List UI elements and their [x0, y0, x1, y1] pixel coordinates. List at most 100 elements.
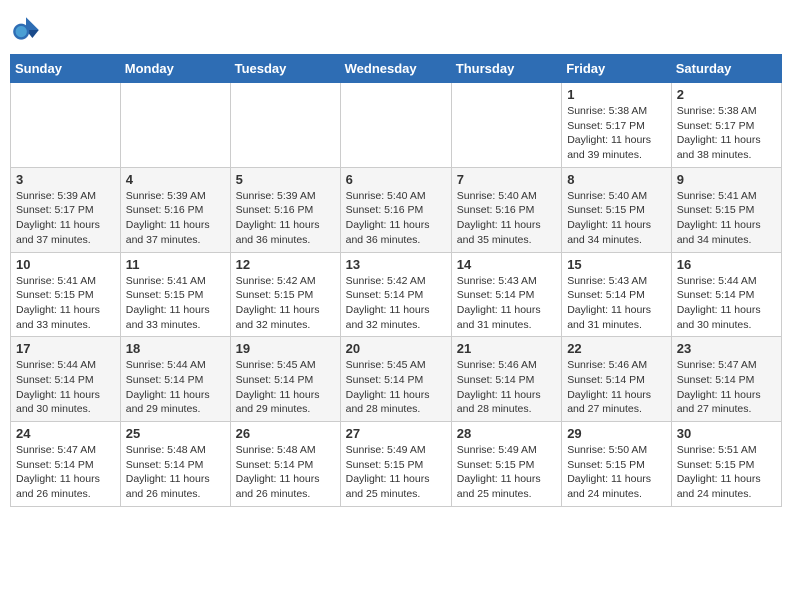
calendar-cell: 30 Sunrise: 5:51 AM Sunset: 5:15 PM Dayli… [671, 422, 781, 507]
calendar-cell: 11 Sunrise: 5:41 AM Sunset: 5:15 PM Dayli… [120, 252, 230, 337]
calendar-cell: 5 Sunrise: 5:39 AM Sunset: 5:16 PM Daylig… [230, 167, 340, 252]
header-friday: Friday [562, 55, 672, 83]
calendar-cell: 16Sunrise: 5:44 AM Sunset: 5:14 PM Dayli… [671, 252, 781, 337]
day-info: Sunrise: 5:41 AM Sunset: 5:15 PM Dayligh… [16, 274, 115, 333]
day-number: 2 [677, 87, 776, 102]
week-row-3: 10 Sunrise: 5:41 AM Sunset: 5:15 PM Dayli… [11, 252, 782, 337]
day-info: Sunrise: 5:38 AM Sunset: 5:17 PM Dayligh… [677, 104, 776, 163]
calendar-table: SundayMondayTuesdayWednesdayThursdayFrid… [10, 54, 782, 507]
calendar-cell: 17Sunrise: 5:44 AM Sunset: 5:14 PM Dayli… [11, 337, 121, 422]
logo-icon [10, 14, 42, 46]
day-info: Sunrise: 5:42 AM Sunset: 5:14 PM Dayligh… [346, 274, 446, 333]
day-info: Sunrise: 5:43 AM Sunset: 5:14 PM Dayligh… [457, 274, 556, 333]
day-number: 29 [567, 426, 666, 441]
header-monday: Monday [120, 55, 230, 83]
calendar-cell [340, 83, 451, 168]
calendar-cell [11, 83, 121, 168]
day-number: 20 [346, 341, 446, 356]
day-info: Sunrise: 5:48 AM Sunset: 5:14 PM Dayligh… [126, 443, 225, 502]
week-row-5: 24 Sunrise: 5:47 AM Sunset: 5:14 PM Dayli… [11, 422, 782, 507]
calendar-cell: 24 Sunrise: 5:47 AM Sunset: 5:14 PM Dayli… [11, 422, 121, 507]
header-wednesday: Wednesday [340, 55, 451, 83]
calendar-cell: 3Sunrise: 5:39 AM Sunset: 5:17 PM Daylig… [11, 167, 121, 252]
day-number: 5 [236, 172, 335, 187]
calendar-cell: 20 Sunrise: 5:45 AM Sunset: 5:14 PM Dayli… [340, 337, 451, 422]
calendar-cell: 4 Sunrise: 5:39 AM Sunset: 5:16 PM Daylig… [120, 167, 230, 252]
calendar-cell: 2 Sunrise: 5:38 AM Sunset: 5:17 PM Daylig… [671, 83, 781, 168]
day-number: 9 [677, 172, 776, 187]
header-saturday: Saturday [671, 55, 781, 83]
day-info: Sunrise: 5:43 AM Sunset: 5:14 PM Dayligh… [567, 274, 666, 333]
calendar-cell: 26 Sunrise: 5:48 AM Sunset: 5:14 PM Dayli… [230, 422, 340, 507]
calendar-cell: 27Sunrise: 5:49 AM Sunset: 5:15 PM Dayli… [340, 422, 451, 507]
calendar-cell: 14 Sunrise: 5:43 AM Sunset: 5:14 PM Dayli… [451, 252, 561, 337]
day-info: Sunrise: 5:45 AM Sunset: 5:14 PM Dayligh… [236, 358, 335, 417]
calendar-cell: 23 Sunrise: 5:47 AM Sunset: 5:14 PM Dayli… [671, 337, 781, 422]
header-thursday: Thursday [451, 55, 561, 83]
day-info: Sunrise: 5:39 AM Sunset: 5:17 PM Dayligh… [16, 189, 115, 248]
day-info: Sunrise: 5:50 AM Sunset: 5:15 PM Dayligh… [567, 443, 666, 502]
calendar-cell: 15 Sunrise: 5:43 AM Sunset: 5:14 PM Dayli… [562, 252, 672, 337]
calendar-header: SundayMondayTuesdayWednesdayThursdayFrid… [11, 55, 782, 83]
page-header [10, 10, 782, 46]
calendar-cell: 18Sunrise: 5:44 AM Sunset: 5:14 PM Dayli… [120, 337, 230, 422]
calendar-cell: 19 Sunrise: 5:45 AM Sunset: 5:14 PM Dayli… [230, 337, 340, 422]
calendar-cell: 21Sunrise: 5:46 AM Sunset: 5:14 PM Dayli… [451, 337, 561, 422]
calendar-cell: 22 Sunrise: 5:46 AM Sunset: 5:14 PM Dayli… [562, 337, 672, 422]
week-row-4: 17Sunrise: 5:44 AM Sunset: 5:14 PM Dayli… [11, 337, 782, 422]
week-row-1: 1 Sunrise: 5:38 AM Sunset: 5:17 PM Daylig… [11, 83, 782, 168]
day-info: Sunrise: 5:47 AM Sunset: 5:14 PM Dayligh… [677, 358, 776, 417]
day-info: Sunrise: 5:45 AM Sunset: 5:14 PM Dayligh… [346, 358, 446, 417]
day-number: 13 [346, 257, 446, 272]
day-number: 28 [457, 426, 556, 441]
logo [10, 14, 46, 46]
day-info: Sunrise: 5:41 AM Sunset: 5:15 PM Dayligh… [677, 189, 776, 248]
calendar-cell: 7 Sunrise: 5:40 AM Sunset: 5:16 PM Daylig… [451, 167, 561, 252]
calendar-cell: 10 Sunrise: 5:41 AM Sunset: 5:15 PM Dayli… [11, 252, 121, 337]
calendar-body: 1 Sunrise: 5:38 AM Sunset: 5:17 PM Daylig… [11, 83, 782, 507]
day-number: 15 [567, 257, 666, 272]
day-number: 19 [236, 341, 335, 356]
day-info: Sunrise: 5:44 AM Sunset: 5:14 PM Dayligh… [16, 358, 115, 417]
day-number: 23 [677, 341, 776, 356]
day-number: 27 [346, 426, 446, 441]
day-info: Sunrise: 5:40 AM Sunset: 5:15 PM Dayligh… [567, 189, 666, 248]
day-info: Sunrise: 5:40 AM Sunset: 5:16 PM Dayligh… [457, 189, 556, 248]
week-row-2: 3Sunrise: 5:39 AM Sunset: 5:17 PM Daylig… [11, 167, 782, 252]
day-number: 14 [457, 257, 556, 272]
day-number: 7 [457, 172, 556, 187]
day-info: Sunrise: 5:46 AM Sunset: 5:14 PM Dayligh… [567, 358, 666, 417]
calendar-cell: 13 Sunrise: 5:42 AM Sunset: 5:14 PM Dayli… [340, 252, 451, 337]
day-info: Sunrise: 5:40 AM Sunset: 5:16 PM Dayligh… [346, 189, 446, 248]
day-number: 30 [677, 426, 776, 441]
day-number: 6 [346, 172, 446, 187]
calendar-cell: 6 Sunrise: 5:40 AM Sunset: 5:16 PM Daylig… [340, 167, 451, 252]
day-info: Sunrise: 5:51 AM Sunset: 5:15 PM Dayligh… [677, 443, 776, 502]
day-info: Sunrise: 5:49 AM Sunset: 5:15 PM Dayligh… [457, 443, 556, 502]
day-number: 22 [567, 341, 666, 356]
calendar-cell: 8Sunrise: 5:40 AM Sunset: 5:15 PM Daylig… [562, 167, 672, 252]
header-row: SundayMondayTuesdayWednesdayThursdayFrid… [11, 55, 782, 83]
day-number: 16 [677, 257, 776, 272]
day-info: Sunrise: 5:41 AM Sunset: 5:15 PM Dayligh… [126, 274, 225, 333]
day-info: Sunrise: 5:44 AM Sunset: 5:14 PM Dayligh… [126, 358, 225, 417]
day-info: Sunrise: 5:48 AM Sunset: 5:14 PM Dayligh… [236, 443, 335, 502]
calendar-cell: 25Sunrise: 5:48 AM Sunset: 5:14 PM Dayli… [120, 422, 230, 507]
day-info: Sunrise: 5:42 AM Sunset: 5:15 PM Dayligh… [236, 274, 335, 333]
calendar-cell: 28 Sunrise: 5:49 AM Sunset: 5:15 PM Dayli… [451, 422, 561, 507]
day-info: Sunrise: 5:47 AM Sunset: 5:14 PM Dayligh… [16, 443, 115, 502]
day-number: 24 [16, 426, 115, 441]
calendar-cell: 29 Sunrise: 5:50 AM Sunset: 5:15 PM Dayli… [562, 422, 672, 507]
calendar-cell [451, 83, 561, 168]
day-info: Sunrise: 5:39 AM Sunset: 5:16 PM Dayligh… [236, 189, 335, 248]
header-tuesday: Tuesday [230, 55, 340, 83]
day-number: 10 [16, 257, 115, 272]
day-number: 26 [236, 426, 335, 441]
day-number: 1 [567, 87, 666, 102]
day-info: Sunrise: 5:46 AM Sunset: 5:14 PM Dayligh… [457, 358, 556, 417]
day-number: 4 [126, 172, 225, 187]
calendar-cell: 9 Sunrise: 5:41 AM Sunset: 5:15 PM Daylig… [671, 167, 781, 252]
day-info: Sunrise: 5:39 AM Sunset: 5:16 PM Dayligh… [126, 189, 225, 248]
day-info: Sunrise: 5:38 AM Sunset: 5:17 PM Dayligh… [567, 104, 666, 163]
day-number: 11 [126, 257, 225, 272]
